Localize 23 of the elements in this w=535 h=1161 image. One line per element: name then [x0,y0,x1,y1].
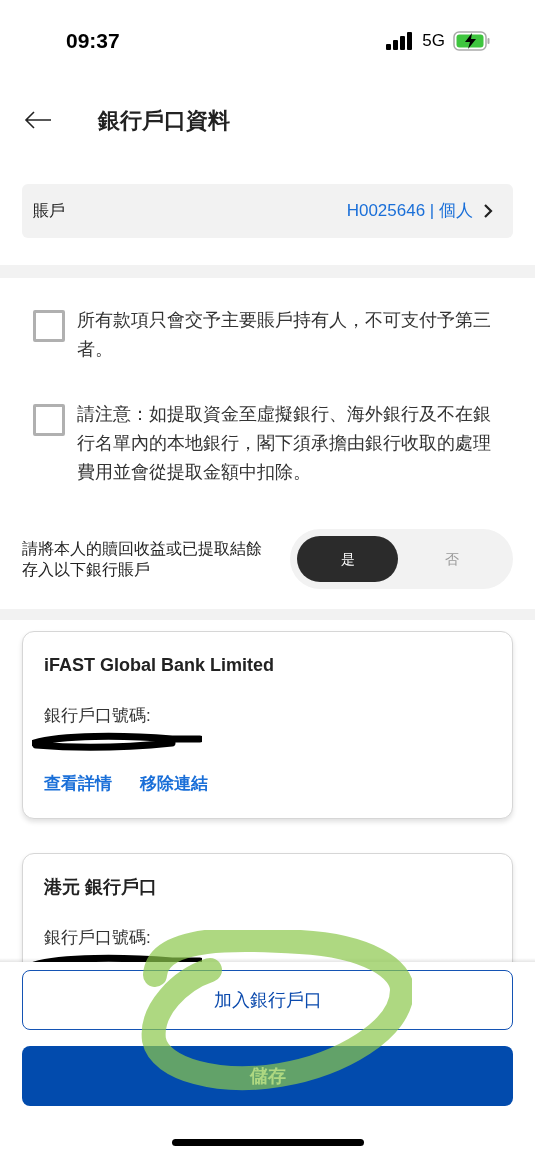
checkbox[interactable] [33,404,65,436]
status-time: 09:37 [66,28,120,55]
account-number-label: 銀行戶口號碼: [44,927,152,949]
network-label: 5G [422,30,445,53]
account-label: 賬戶 [33,201,65,221]
account-number-label: 銀行戶口號碼: [44,705,152,727]
deposit-instruction: 請將本人的贖回收益或已提取結餘存入以下銀行賬戶 [22,539,263,580]
checkbox[interactable] [33,310,65,342]
yes-no-toggle[interactable]: 是 否 [290,529,513,589]
chevron-right-icon [483,203,493,219]
page-title: 銀行戶口資料 [98,106,230,135]
card-action-link[interactable]: 移除連結 [140,770,208,796]
battery-charging-icon [453,31,491,51]
signal-icon [386,32,415,50]
account-selector[interactable]: 賬戶 H0025646 | 個人 [22,184,513,238]
bank-name: 港元 銀行戶口 [44,876,158,899]
back-arrow-icon[interactable] [24,110,52,130]
card-action-link[interactable]: 查看詳情 [44,770,112,796]
declaration-text: 所有款項只會交予主要賬戶持有人，不可支付予第三者。 [77,309,492,361]
declaration-text: 請注意：如提取資金至虛擬銀行、海外銀行及不在銀行名單內的本地銀行，閣下須承擔由銀行收取的處理費用並會從提取金額中扣除。 [77,403,492,484]
account-value: H0025646 | 個人 [346,200,473,223]
toggle-option[interactable]: 是 [297,536,398,582]
bank-name: iFAST Global Bank Limited [44,654,276,677]
